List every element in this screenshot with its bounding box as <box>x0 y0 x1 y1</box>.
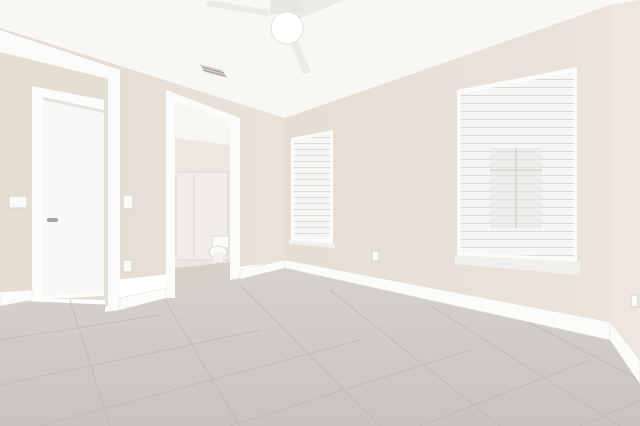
light-switch-plate <box>8 195 28 209</box>
small-window <box>289 130 335 248</box>
wall-outlet-center <box>371 250 380 262</box>
right-wall <box>610 0 640 380</box>
small-window-blinds <box>294 134 330 238</box>
room-photo <box>0 0 640 426</box>
closet-door <box>43 97 104 296</box>
door-handle <box>47 218 58 222</box>
wall-outlet-right <box>630 294 639 308</box>
light-switch <box>122 194 134 210</box>
room-svg <box>0 0 640 426</box>
wall-outlet-left <box>122 259 133 273</box>
large-window <box>455 67 580 275</box>
